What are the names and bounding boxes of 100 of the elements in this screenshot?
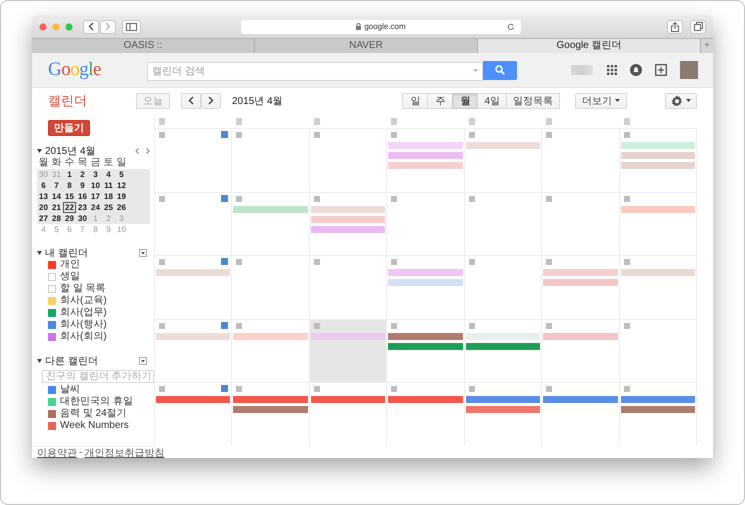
blurred-event-bar[interactable] xyxy=(620,396,695,404)
previous-month-icon[interactable] xyxy=(135,148,139,154)
share-button[interactable] xyxy=(667,20,683,34)
browser-tab[interactable]: Google 캘린더 xyxy=(478,39,701,53)
more-button[interactable]: 더보기 xyxy=(575,92,627,108)
mini-calendar-day[interactable]: 25 xyxy=(102,202,115,213)
calendar-checkbox[interactable] xyxy=(48,261,56,269)
mini-calendar-day[interactable]: 18 xyxy=(102,191,115,202)
view-tab[interactable]: 일정목록 xyxy=(506,92,560,108)
mini-calendar-day[interactable]: 24 xyxy=(89,202,102,213)
blurred-event-bar[interactable] xyxy=(543,269,618,276)
add-calendar-field[interactable]: 친구의 캘린더 추가하기 xyxy=(42,370,154,383)
calendar-name[interactable]: 회사(교육) xyxy=(60,295,107,307)
blurred-event-bar[interactable] xyxy=(466,406,540,414)
dropdown-box-icon[interactable] xyxy=(139,357,147,365)
day-cell[interactable] xyxy=(155,256,232,319)
dropdown-caret-icon[interactable] xyxy=(473,68,478,72)
collapse-triangle-icon[interactable] xyxy=(37,251,42,255)
create-button[interactable]: 만들기 xyxy=(48,120,90,136)
day-cell[interactable] xyxy=(542,320,620,382)
mini-calendar-day[interactable]: 14 xyxy=(50,191,63,202)
view-tab[interactable]: 월 xyxy=(452,92,478,108)
view-tab[interactable]: 주 xyxy=(427,92,454,108)
blurred-event-bar[interactable] xyxy=(620,406,695,414)
day-cell[interactable] xyxy=(232,383,310,446)
apps-grid-icon[interactable] xyxy=(607,65,617,75)
reload-icon[interactable] xyxy=(507,22,515,30)
calendar-checkbox[interactable] xyxy=(48,333,56,341)
calendar-name[interactable]: 회사(업무) xyxy=(60,307,107,319)
day-cell[interactable] xyxy=(620,256,697,319)
mini-calendar-day[interactable]: 8 xyxy=(63,180,76,191)
day-cell[interactable] xyxy=(464,320,542,382)
blurred-event-bar[interactable] xyxy=(233,406,308,414)
day-cell[interactable] xyxy=(542,256,620,319)
terms-link[interactable]: 이용약관 xyxy=(37,446,77,458)
blurred-event-bar[interactable] xyxy=(543,332,618,340)
address-bar[interactable]: google.com xyxy=(241,20,521,34)
mini-calendar-day[interactable]: 20 xyxy=(37,202,50,213)
next-month-icon[interactable] xyxy=(146,148,150,154)
mini-calendar-day[interactable]: 15 xyxy=(63,191,76,202)
calendar-name[interactable]: 대한민국의 휴일 xyxy=(60,396,133,408)
day-cell[interactable] xyxy=(232,320,310,382)
mini-calendar-day[interactable]: 23 xyxy=(76,202,89,213)
mini-calendar-day[interactable]: 10 xyxy=(89,180,102,191)
calendar-name[interactable]: 음력 및 24절기 xyxy=(60,408,127,420)
mini-calendar-day[interactable]: 30 xyxy=(76,213,89,224)
mini-calendar-day[interactable]: 6 xyxy=(37,180,50,191)
mini-calendar-day[interactable]: 22 xyxy=(63,202,76,213)
mini-calendar-day[interactable]: 3 xyxy=(89,169,102,180)
mini-calendar-day[interactable]: 5 xyxy=(115,169,128,180)
collapse-triangle-icon[interactable] xyxy=(37,359,42,363)
calendar-name[interactable]: 개인 xyxy=(60,259,80,271)
mini-calendar-day[interactable]: 29 xyxy=(63,213,76,224)
calendar-checkbox[interactable] xyxy=(48,410,56,418)
blurred-event-bar[interactable] xyxy=(543,396,618,404)
mini-calendar-day[interactable]: 12 xyxy=(115,180,128,191)
mini-calendar-day[interactable]: 11 xyxy=(102,180,115,191)
day-cell[interactable] xyxy=(464,383,542,446)
mini-calendar-day[interactable]: 13 xyxy=(37,191,50,202)
day-cell[interactable] xyxy=(387,256,465,319)
day-cell[interactable] xyxy=(620,383,697,446)
search-button[interactable] xyxy=(483,60,517,80)
mini-calendar-day[interactable]: 9 xyxy=(76,180,89,191)
blurred-event-bar[interactable] xyxy=(388,396,463,404)
mini-calendar-day[interactable]: 16 xyxy=(76,191,89,202)
blurred-event-bar[interactable] xyxy=(620,206,695,213)
mini-calendar-day[interactable]: 1 xyxy=(63,169,76,180)
mini-calendar-day[interactable]: 7 xyxy=(50,180,63,191)
sidebar-button[interactable] xyxy=(122,20,141,34)
mini-calendar-day[interactable]: 27 xyxy=(37,213,50,224)
mini-calendar-day[interactable]: 4 xyxy=(102,169,115,180)
day-cell[interactable] xyxy=(387,383,465,446)
calendar-checkbox[interactable] xyxy=(48,422,56,430)
blurred-event-bar[interactable] xyxy=(233,396,308,404)
blurred-event-bar[interactable] xyxy=(388,332,463,340)
previous-button[interactable] xyxy=(181,92,201,108)
blurred-event-bar[interactable] xyxy=(310,226,386,233)
dropdown-box-icon[interactable] xyxy=(139,249,147,257)
calendar-name[interactable]: 날씨 xyxy=(60,384,80,396)
day-cell[interactable] xyxy=(310,383,388,446)
add-box-icon[interactable] xyxy=(655,64,667,76)
day-cell[interactable] xyxy=(310,192,388,256)
calendar-name[interactable]: 생일 xyxy=(60,271,80,283)
calendar-name[interactable]: 회사(행사) xyxy=(60,319,107,331)
collapse-triangle-icon[interactable] xyxy=(37,149,42,153)
mini-calendar-day[interactable]: 2 xyxy=(76,169,89,180)
mini-calendar-day[interactable]: 17 xyxy=(89,191,102,202)
blurred-event-bar[interactable] xyxy=(156,396,230,404)
day-cell[interactable] xyxy=(310,320,388,382)
blurred-event-bar[interactable] xyxy=(466,396,540,404)
calendar-name[interactable]: Week Numbers xyxy=(60,420,129,432)
calendar-checkbox[interactable] xyxy=(48,398,56,406)
calendar-checkbox[interactable] xyxy=(48,386,56,394)
calendar-name[interactable]: 할 일 목록 xyxy=(60,283,106,295)
calendar-name[interactable]: 회사(회의) xyxy=(60,331,107,343)
search-field[interactable]: 캘린더 검색 xyxy=(147,62,483,80)
mini-calendar-day[interactable]: 21 xyxy=(50,202,63,213)
mini-calendar-day[interactable]: 19 xyxy=(115,191,128,202)
calendar-checkbox[interactable] xyxy=(48,321,56,329)
blurred-event-bar[interactable] xyxy=(310,396,386,404)
